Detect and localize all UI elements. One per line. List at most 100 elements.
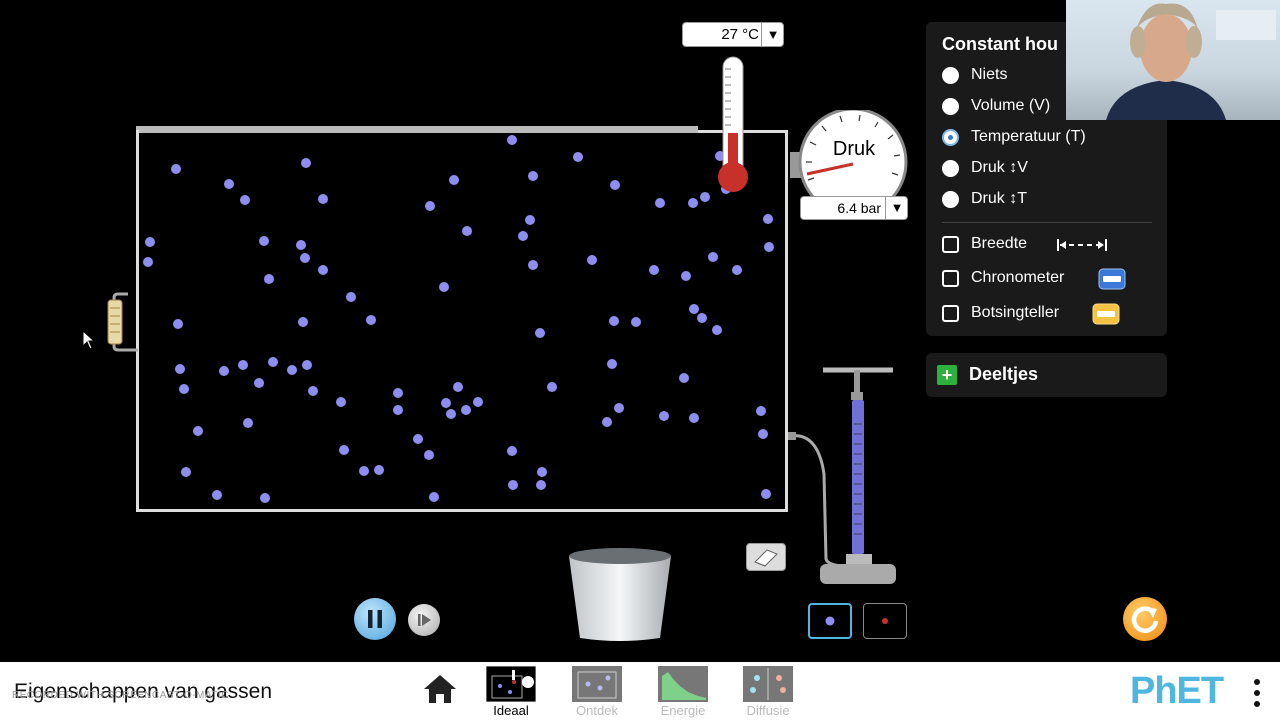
kebab-menu-icon[interactable]: [1250, 676, 1264, 710]
radio-label: Temperatuur (T): [971, 128, 1086, 145]
checkbox[interactable]: [942, 305, 959, 322]
gas-particle: [308, 386, 318, 396]
light-particle-icon: [882, 618, 888, 624]
gas-particle: [393, 388, 403, 398]
gas-particle: [425, 201, 435, 211]
gas-particle: [689, 413, 699, 423]
gas-particle: [374, 465, 384, 475]
radio-button[interactable]: [942, 67, 959, 84]
home-icon[interactable]: [422, 672, 458, 706]
eraser-icon: [754, 549, 778, 567]
panel-divider: [942, 222, 1152, 223]
radio-button[interactable]: [942, 160, 959, 177]
gas-particle: [424, 450, 434, 460]
temperature-display[interactable]: 27 °C ▼: [682, 22, 784, 47]
energy-screen-icon: [658, 666, 708, 702]
gas-particle: [240, 195, 250, 205]
gas-particle: [145, 237, 155, 247]
gas-particle: [655, 198, 665, 208]
gas-particle: [260, 493, 270, 503]
radio-label: Volume (V): [971, 97, 1051, 114]
panel-title: Constant hou: [942, 34, 1058, 54]
gas-particle: [758, 429, 768, 439]
gas-particle: [181, 467, 191, 477]
tab-ontdek[interactable]: Ontdek: [567, 666, 627, 718]
radio-button[interactable]: [942, 98, 959, 115]
gas-particle: [537, 467, 547, 477]
tab-diffusie[interactable]: Diffusie: [738, 666, 798, 718]
checkbox-label: Chronometer: [971, 269, 1065, 286]
pressure-gauge-label: Druk: [832, 138, 876, 160]
gas-particle: [507, 446, 517, 456]
gas-particle: [461, 405, 471, 415]
phet-logo[interactable]: PhET: [1130, 670, 1240, 714]
gas-particle: [453, 382, 463, 392]
gas-particle: [700, 192, 710, 202]
gas-particle: [441, 398, 451, 408]
gas-particle: [756, 406, 766, 416]
gas-particle: [712, 325, 722, 335]
gas-particle: [219, 366, 229, 376]
gas-particle: [318, 194, 328, 204]
pressure-display[interactable]: 6.4 bar ▼: [800, 196, 908, 220]
gas-particle: [268, 357, 278, 367]
particles-accordion[interactable]: + Deeltjes: [926, 353, 1167, 397]
step-forward-button[interactable]: [408, 604, 440, 636]
tab-label: Ontdek: [576, 703, 618, 718]
gas-particle: [339, 445, 349, 455]
gas-particle: [179, 384, 189, 394]
gas-particle: [449, 175, 459, 185]
gas-particle: [301, 158, 311, 168]
eraser-button[interactable]: [746, 543, 786, 571]
gas-particle: [173, 319, 183, 329]
webcam-overlay: [1066, 0, 1280, 120]
gas-particle: [528, 171, 538, 181]
gas-particle: [193, 426, 203, 436]
checkbox[interactable]: [942, 270, 959, 287]
tab-label: Diffusie: [746, 703, 790, 718]
tab-ideaal[interactable]: Ideaal: [481, 666, 541, 718]
tab-energie[interactable]: Energie: [653, 666, 713, 718]
gas-particle: [238, 360, 248, 370]
checkbox[interactable]: [942, 236, 959, 253]
gas-particle: [446, 409, 456, 419]
gas-particle: [610, 180, 620, 190]
pressure-units-dropdown[interactable]: ▼: [885, 197, 908, 219]
particles-accordion-label: Deeltjes: [969, 364, 1039, 384]
radio-label: Druk ↕T: [971, 190, 1027, 207]
radio-button-selected[interactable]: [942, 129, 959, 146]
particle-bucket[interactable]: [566, 544, 674, 644]
tab-label: Energie: [660, 703, 706, 718]
gas-particle: [302, 360, 312, 370]
gas-particle: [429, 492, 439, 502]
plus-icon[interactable]: +: [937, 365, 957, 385]
gas-particle: [287, 365, 297, 375]
temperature-units-dropdown[interactable]: ▼: [761, 23, 784, 46]
gas-particle: [175, 364, 185, 374]
gas-particle: [697, 313, 707, 323]
gas-particle: [688, 198, 698, 208]
pause-button[interactable]: [354, 598, 396, 640]
gas-particle: [536, 480, 546, 490]
temperature-value: 27 °C: [721, 26, 759, 43]
gas-particle: [298, 317, 308, 327]
gas-particle: [243, 418, 253, 428]
gas-particle: [631, 317, 641, 327]
gas-particle: [547, 382, 557, 392]
reset-button[interactable]: [1123, 597, 1167, 641]
gas-particle: [346, 292, 356, 302]
gas-particle: [763, 214, 773, 224]
gas-particle: [659, 411, 669, 421]
gas-particle: [602, 417, 612, 427]
gas-particle: [761, 489, 771, 499]
heavy-particle-icon: [825, 616, 835, 626]
recording-watermark: RECORDED WITH SCREENCAST-O-MATIC: [12, 690, 229, 701]
gas-particle: [212, 490, 222, 500]
light-particle-button[interactable]: [863, 603, 907, 639]
radio-button[interactable]: [942, 191, 959, 208]
container-handle[interactable]: [104, 292, 138, 352]
explore-screen-icon: [572, 666, 622, 702]
radio-label: Niets: [971, 66, 1008, 83]
heavy-particle-button[interactable]: [808, 603, 852, 639]
bicycle-pump[interactable]: [788, 364, 898, 586]
